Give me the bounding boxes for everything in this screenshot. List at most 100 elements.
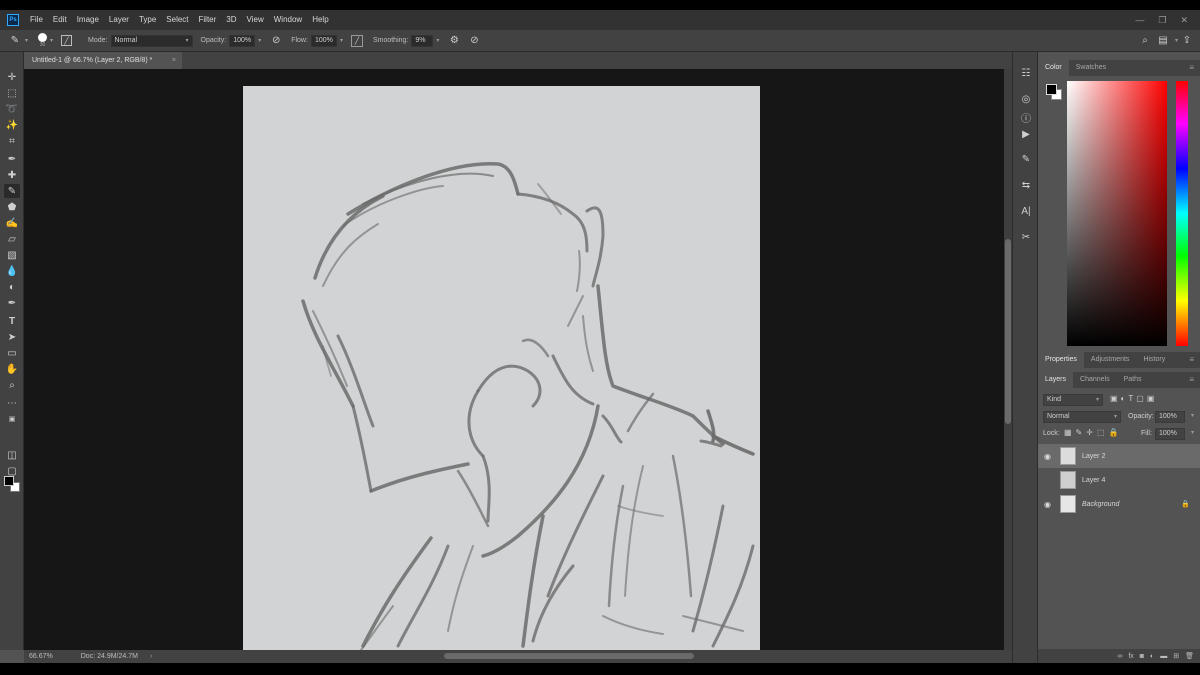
hand-tool-icon[interactable]: ✋ [4,362,20,376]
default-colors-icon[interactable]: ▣ [4,412,20,426]
flow-input[interactable]: 100% [310,34,337,47]
color-picker-field[interactable] [1067,81,1167,346]
brush-preset-picker[interactable]: 30 [38,33,48,48]
menu-3d[interactable]: 3D [221,10,241,30]
layer-filter-select[interactable]: Kind ▾ [1043,394,1103,406]
character-dock-icon[interactable]: A| [1019,204,1033,218]
eye-icon[interactable]: ◉ [1044,452,1051,461]
eraser-tool-icon[interactable]: ▱ [4,232,20,246]
tools-dock-icon[interactable]: ✂ [1019,230,1033,244]
shape-tool-icon[interactable]: ▭ [4,346,20,360]
eye-icon[interactable]: ◉ [1044,500,1051,509]
workspace-chevron-icon[interactable]: ▾ [1175,37,1178,44]
minimize-button[interactable]: — [1135,15,1144,25]
healing-brush-tool-icon[interactable]: ✚ [4,168,20,182]
gradient-tool-icon[interactable]: ▧ [4,248,20,262]
tool-preset-chevron-icon[interactable]: ▾ [25,37,28,44]
layer-row-layer-2[interactable]: ◉ Layer 2 [1038,444,1200,468]
share-icon[interactable]: ⇪ [1180,34,1194,48]
pressure-opacity-icon[interactable]: ⊘ [269,34,283,48]
layer-row-layer-4[interactable]: Layer 4 [1038,468,1200,492]
fill-chevron-icon[interactable]: ▾ [1191,429,1194,436]
lock-icons[interactable]: ▦✎✛⬚🔒 [1064,428,1122,437]
tab-swatches[interactable]: Swatches [1069,60,1113,76]
tab-layers[interactable]: Layers [1038,372,1074,388]
blur-tool-icon[interactable]: 💧 [4,264,20,278]
tab-history[interactable]: History [1136,352,1172,368]
group-icon[interactable]: ▬ [1160,653,1167,660]
status-arrow-icon[interactable]: › [150,653,152,660]
layer-filter-icons[interactable]: ▣◐T▢▣ [1110,394,1157,403]
layer-opacity-chevron-icon[interactable]: ▾ [1191,412,1194,419]
tab-channels[interactable]: Channels [1073,372,1117,388]
menu-help[interactable]: Help [307,10,333,30]
layers-menu-icon[interactable]: ≡ [1189,372,1194,388]
brush-tool-icon[interactable]: ✎ [4,184,20,198]
tab-properties[interactable]: Properties [1038,352,1084,368]
history-brush-tool-icon[interactable]: ✍ [4,216,20,230]
fill-input[interactable]: 100% [1155,428,1185,440]
libraries-dock-icon[interactable]: ◎ [1019,92,1033,106]
layer-opacity-input[interactable]: 100% [1155,411,1185,423]
move-tool-icon[interactable]: ✛ [4,70,20,84]
pen-tool-icon[interactable]: ✒ [4,296,20,310]
dodge-tool-icon[interactable]: ◐ [4,280,20,294]
path-selection-tool-icon[interactable]: ➤ [4,330,20,344]
smoothing-chevron-icon[interactable]: ▾ [436,37,439,44]
brushes-dock-icon[interactable]: ✎ [1019,152,1033,166]
close-button[interactable]: ✕ [1180,15,1188,26]
brush-settings-icon[interactable]: ╱ [61,35,73,46]
smoothing-input[interactable]: 9% [411,34,434,47]
panel-foreground-color[interactable] [1046,84,1057,95]
opacity-input[interactable]: 100% [229,34,256,47]
zoom-level[interactable]: 66.67% [29,653,53,660]
document-tab[interactable]: Untitled-1 @ 66.7% (Layer 2, RGB/8) * × [24,52,182,69]
fx-icon[interactable]: fx [1128,653,1133,660]
menu-layer[interactable]: Layer [104,10,134,30]
marquee-tool-icon[interactable]: ⬚ [4,86,20,100]
airbrush-icon[interactable]: ╱ [350,34,363,47]
clone-stamp-tool-icon[interactable]: ⬟ [4,200,20,214]
gear-icon[interactable]: ⚙ [447,34,461,48]
brush-settings-dock-icon[interactable]: ⇆ [1019,178,1033,192]
brush-picker-chevron-icon[interactable]: ▾ [50,37,53,44]
color-panel-menu-icon[interactable]: ≡ [1189,60,1194,76]
pressure-size-icon[interactable]: ⊘ [467,34,481,48]
canvas[interactable] [243,86,760,650]
actions-dock-icon[interactable]: ▶ [1019,127,1033,141]
zoom-tool-icon[interactable]: ⌕ [4,378,20,392]
lock-icon[interactable]: 🔒 [1181,500,1190,508]
mode-select[interactable]: Normal ▾ [110,34,193,47]
search-icon[interactable]: ⌕ [1138,34,1152,48]
crop-tool-icon[interactable]: ⌗ [4,134,20,148]
eyedropper-tool-icon[interactable]: ✒ [4,152,20,166]
opacity-chevron-icon[interactable]: ▾ [258,37,261,44]
blend-mode-select[interactable]: Normal ▾ [1043,411,1121,423]
menu-window[interactable]: Window [269,10,307,30]
menu-edit[interactable]: Edit [48,10,72,30]
brush-tool-icon[interactable]: ✎ [8,34,22,48]
menu-view[interactable]: View [242,10,269,30]
horizontal-scroll-thumb[interactable] [444,653,694,659]
tab-paths[interactable]: Paths [1117,372,1149,388]
magic-wand-tool-icon[interactable]: ✨ [4,118,20,132]
hue-slider[interactable] [1176,81,1188,346]
trash-icon[interactable]: 🗑 [1185,652,1194,660]
menu-filter[interactable]: Filter [194,10,222,30]
info-dock-icon[interactable]: ⓘ [1019,110,1033,125]
properties-menu-icon[interactable]: ≡ [1189,352,1194,368]
layer-row-background[interactable]: ◉ Background 🔒 [1038,492,1200,516]
lasso-tool-icon[interactable]: ➰ [4,102,20,116]
menu-type[interactable]: Type [134,10,161,30]
vertical-scrollbar[interactable] [1004,69,1012,650]
mask-icon[interactable]: ◙ [1140,653,1144,660]
tab-color[interactable]: Color [1038,60,1069,76]
new-layer-icon[interactable]: ⊞ [1173,652,1179,660]
adjustment-icon[interactable]: ◐ [1150,653,1154,660]
workspace-icon[interactable]: ▤ [1156,34,1170,48]
vertical-scroll-thumb[interactable] [1005,239,1011,424]
close-tab-icon[interactable]: × [172,52,176,69]
link-icon[interactable]: ∞ [1117,653,1122,660]
menu-file[interactable]: File [25,10,48,30]
quick-mask-icon[interactable]: ◫ [4,448,20,462]
